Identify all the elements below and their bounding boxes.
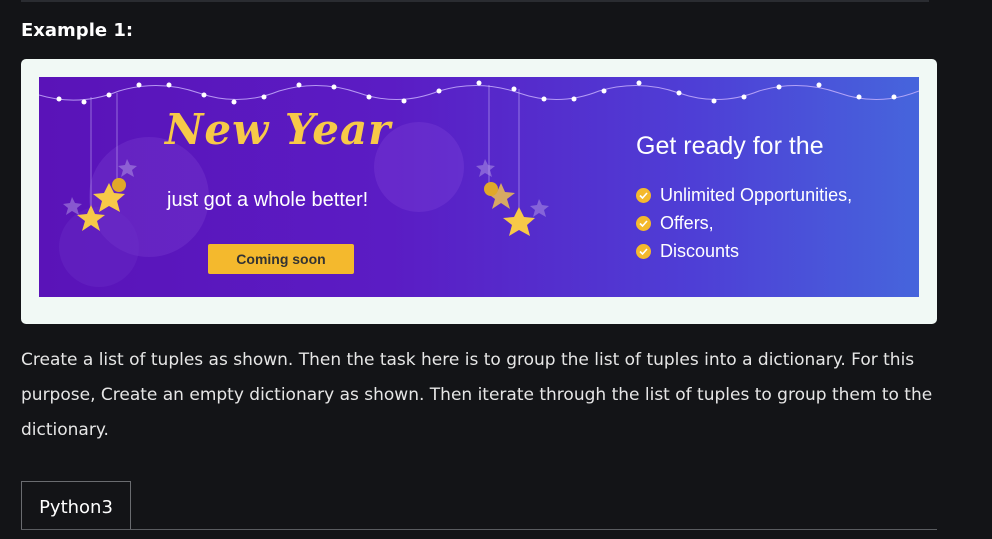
banner-card: New Year just got a whole better! Coming… [21,59,937,324]
perk-item: Unlimited Opportunities, [636,181,852,209]
perk-item: Offers, [636,209,852,237]
banner-title: New Year [165,105,392,154]
code-panel-border [21,529,937,530]
coming-soon-button[interactable]: Coming soon [208,244,354,274]
perk-label: Offers, [660,212,714,233]
perk-item: Discounts [636,237,852,265]
perks-list: Unlimited Opportunities, Offers, Discoun… [636,181,852,265]
description-paragraph: Create a list of tuples as shown. Then t… [21,350,933,440]
banner-subtitle: just got a whole better! [167,189,369,211]
perk-label: Discounts [660,240,740,261]
code-tabs: Python3 [21,481,937,539]
tab-python3[interactable]: Python3 [21,481,131,529]
ready-title: Get ready for the [636,132,824,160]
promo-banner[interactable]: New Year just got a whole better! Coming… [39,77,919,297]
example-heading: Example 1: [21,20,134,41]
top-divider [21,0,929,2]
check-icon [636,215,651,231]
perk-label: Unlimited Opportunities, [660,184,853,205]
check-icon [636,243,651,259]
check-icon [636,187,651,203]
